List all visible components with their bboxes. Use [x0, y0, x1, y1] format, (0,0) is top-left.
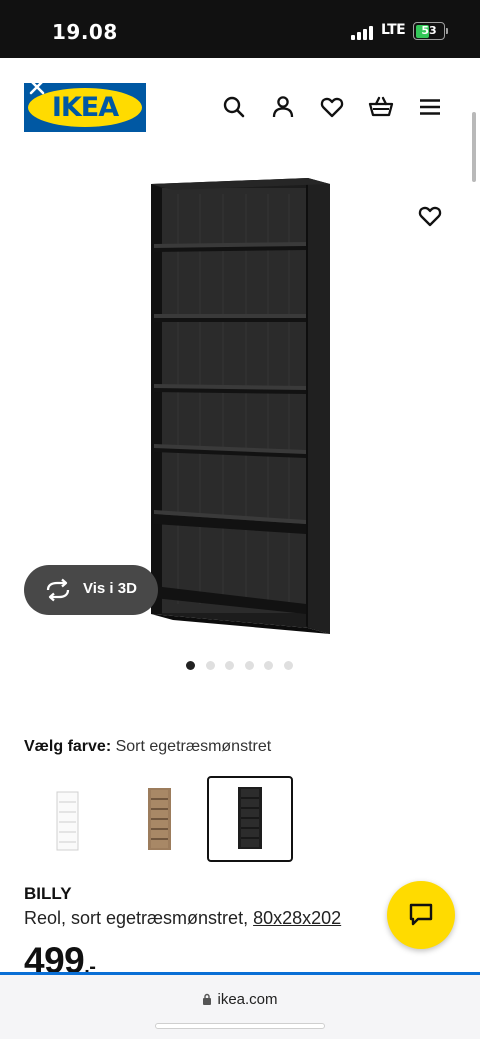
- pagination-dot[interactable]: [225, 661, 234, 670]
- close-icon[interactable]: [28, 78, 46, 96]
- status-bar: 19.08 LTE 53: [0, 0, 480, 58]
- pagination-dot[interactable]: [205, 661, 215, 670]
- menu-icon[interactable]: [417, 94, 443, 120]
- color-option-oak[interactable]: [115, 776, 201, 862]
- lock-icon: [203, 993, 212, 1005]
- browser-address-bar[interactable]: ikea.com: [0, 972, 480, 1039]
- scrollbar[interactable]: [472, 112, 476, 182]
- pagination-dot[interactable]: [283, 661, 293, 670]
- product-type: Reol, sort egetræsmønstret,: [24, 908, 254, 928]
- network-type: LTE: [381, 22, 406, 38]
- battery-icon: 53: [413, 22, 445, 40]
- color-label-line: Vælg farve: Sort egetræsmønstret: [24, 738, 271, 756]
- selected-color: Sort egetræsmønstret: [115, 738, 272, 755]
- rotate-3d-icon: [46, 578, 70, 602]
- product-image[interactable]: [148, 174, 334, 640]
- color-option-black-oak[interactable]: [207, 776, 293, 862]
- search-icon[interactable]: [221, 94, 247, 120]
- product-description: Reol, sort egetræsmønstret, 80x28x202: [24, 908, 394, 929]
- battery-tip: [446, 28, 448, 34]
- profile-icon[interactable]: [270, 94, 296, 120]
- url-text: ikea.com: [217, 991, 278, 1008]
- heart-icon[interactable]: [319, 94, 345, 120]
- add-to-favourites-icon[interactable]: [417, 203, 443, 229]
- pagination-dot[interactable]: [264, 661, 273, 670]
- home-indicator[interactable]: [155, 1023, 325, 1029]
- pagination-dot[interactable]: [244, 661, 254, 670]
- view-in-3d-label: Vis i 3D: [83, 580, 137, 597]
- battery-percent: 53: [421, 24, 437, 37]
- status-time: 19.08: [52, 20, 118, 44]
- basket-icon[interactable]: [368, 94, 394, 120]
- chat-icon: [409, 903, 433, 926]
- color-label: Vælg farve:: [24, 738, 112, 755]
- product-name: BILLY: [24, 884, 72, 903]
- color-option-white[interactable]: [22, 776, 108, 862]
- url-field[interactable]: ikea.com: [0, 991, 480, 1008]
- view-in-3d-button[interactable]: Vis i 3D: [24, 565, 158, 615]
- pagination-dot[interactable]: [186, 661, 195, 670]
- product-size-link[interactable]: 80x28x202: [253, 908, 341, 928]
- signal-icon: [351, 24, 375, 40]
- chat-button[interactable]: [387, 881, 455, 949]
